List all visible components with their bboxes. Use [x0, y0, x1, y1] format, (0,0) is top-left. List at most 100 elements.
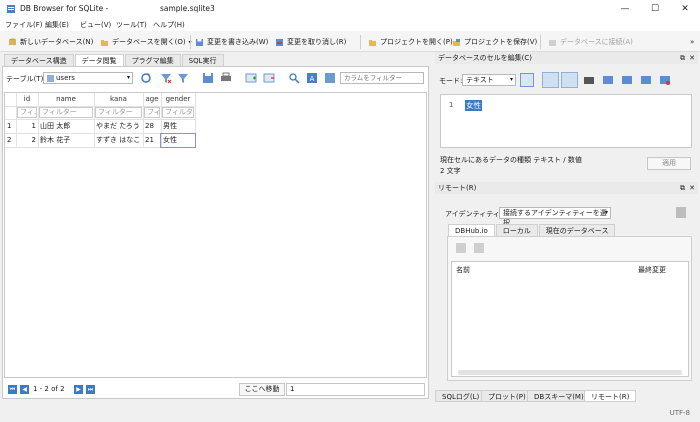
filter-cell-gender[interactable]: フィルター: [162, 107, 194, 118]
minimize-icon[interactable]: —: [610, 0, 640, 18]
column-header-gender[interactable]: gender: [161, 93, 195, 106]
column-header-id[interactable]: id: [16, 93, 38, 106]
table-cell[interactable]: すずき はなこ: [94, 134, 143, 147]
clear-filters-icon[interactable]: [160, 72, 172, 84]
refresh-remote-icon[interactable]: [456, 243, 466, 253]
filter-cell-id[interactable]: フィ…: [17, 107, 37, 118]
identity-label: アイデンティティー: [445, 210, 507, 218]
find-icon[interactable]: [288, 72, 300, 84]
save-filter-icon[interactable]: [202, 72, 214, 84]
set-null-icon[interactable]: [621, 74, 633, 86]
dock-close-icon[interactable]: ✕: [689, 52, 695, 64]
column-header-kana[interactable]: kana: [94, 93, 143, 106]
new-database-button[interactable]: 新しいデータベース(N): [8, 35, 93, 49]
goto-button[interactable]: ここへ移動: [239, 383, 285, 396]
pager-bar: ⏮ ◀ 1 - 2 of 2 ▶ ⏭ ここへ移動 1: [4, 383, 427, 397]
editor-text[interactable]: 女性: [465, 100, 482, 111]
auto-format-icon[interactable]: [520, 73, 534, 87]
table-cell[interactable]: 21: [143, 134, 161, 147]
clear-cell-icon[interactable]: [659, 74, 671, 86]
open-project-label: プロジェクトを開く(P): [380, 38, 453, 46]
menu-file[interactable]: ファイル(F): [5, 20, 43, 30]
first-page-icon[interactable]: ⏮: [8, 385, 17, 394]
revert-changes-button[interactable]: 変更を取り消し(R): [275, 35, 346, 49]
undock-icon[interactable]: ⧉: [680, 52, 685, 64]
tab-sql-log[interactable]: SQLログ(L): [435, 390, 487, 402]
horizontal-scrollbar[interactable]: [458, 370, 682, 375]
apply-button[interactable]: 適用: [647, 157, 691, 170]
menu-help[interactable]: ヘルプ(H): [153, 20, 185, 30]
refresh-icon[interactable]: [140, 72, 152, 84]
toolbar-overflow-icon[interactable]: »: [690, 35, 694, 49]
attach-database-label: データベースに接続(A): [560, 38, 633, 46]
menu-bar: ファイル(F) 編集(E) ビュー(V) ツール(T) ヘルプ(H): [0, 18, 700, 31]
grid-line: [5, 106, 195, 107]
last-page-icon[interactable]: ⏭: [86, 385, 95, 394]
goto-input[interactable]: 1: [286, 383, 425, 396]
open-database-button[interactable]: データベースを開く(O) ▾: [100, 35, 192, 49]
identity-settings-icon[interactable]: [676, 207, 686, 218]
identity-select[interactable]: 接続するアイデンティティーを選択 ▾: [499, 207, 611, 227]
maximize-icon[interactable]: ☐: [640, 0, 670, 18]
import-icon[interactable]: [583, 74, 595, 86]
menu-edit[interactable]: 編集(E): [45, 20, 69, 30]
svg-text:A: A: [310, 75, 315, 83]
row-number[interactable]: 2: [5, 134, 16, 147]
tab-plot[interactable]: プロット(P): [481, 390, 533, 402]
column-header-name[interactable]: name: [38, 93, 94, 106]
print-icon[interactable]: [220, 72, 232, 84]
title-bar: DB Browser for SQLite - sample.sqlite3 —…: [0, 0, 700, 18]
table-icon: [47, 74, 54, 82]
table-cell[interactable]: 1: [16, 120, 38, 133]
table-select[interactable]: users ▾: [43, 72, 133, 84]
tab-db-schema[interactable]: DBスキーマ(M): [527, 390, 591, 402]
export-icon[interactable]: [602, 74, 614, 86]
tab-remote[interactable]: リモート(R): [584, 390, 637, 402]
remote-title: リモート(R): [438, 184, 477, 192]
attach-database-button[interactable]: データベースに接続(A): [548, 35, 633, 49]
sort-icon[interactable]: [177, 72, 189, 84]
chevron-down-icon: ▾: [126, 74, 130, 81]
insert-record-icon[interactable]: [245, 72, 257, 84]
open-external-icon[interactable]: [640, 74, 652, 86]
column-header-name[interactable]: 名前: [456, 265, 470, 275]
table-cell[interactable]: 鈴木 花子: [38, 134, 94, 147]
delete-record-icon[interactable]: [263, 72, 275, 84]
save-project-button[interactable]: プロジェクトを保存(V): [452, 35, 537, 49]
table-label: テーブル(T):: [6, 75, 46, 83]
open-project-button[interactable]: プロジェクトを開く(P): [368, 35, 453, 49]
filter-cell-name[interactable]: フィルター: [39, 107, 93, 118]
find-replace-icon[interactable]: A: [306, 72, 318, 84]
filter-cell-kana[interactable]: フィルター: [95, 107, 142, 118]
previous-page-icon[interactable]: ◀: [20, 385, 29, 394]
word-wrap-icon[interactable]: [542, 72, 559, 88]
edit-cell-dock-title: データベースのセルを編集(C) ⧉ ✕: [435, 52, 698, 64]
table-cell[interactable]: やまだ たろう: [94, 120, 143, 133]
undock-icon[interactable]: ⧉: [680, 182, 685, 194]
row-number[interactable]: 1: [5, 120, 16, 133]
table-cell[interactable]: 山田 太郎: [38, 120, 94, 133]
format-icon[interactable]: [324, 72, 336, 84]
column-header-last-modified[interactable]: 最終変更: [638, 265, 666, 275]
next-page-icon[interactable]: ▶: [74, 385, 83, 394]
cell-editor[interactable]: 1 女性: [440, 94, 692, 148]
remote-file-list[interactable]: 名前 最終変更: [451, 261, 689, 377]
data-type-info: 現在セルにあるデータの種類 テキスト / 数値: [440, 156, 582, 164]
menu-view[interactable]: ビュー(V): [80, 20, 111, 30]
table-cell[interactable]: 28: [143, 120, 161, 133]
table-cell[interactable]: 男性: [161, 120, 195, 133]
table-cell[interactable]: 2: [16, 134, 38, 147]
editor-line-number: 1: [449, 101, 454, 109]
table-cell-selected[interactable]: 女性: [160, 133, 196, 148]
text-mode-icon[interactable]: [561, 72, 578, 88]
write-changes-button[interactable]: 変更を書き込み(W): [195, 35, 268, 49]
dock-close-icon[interactable]: ✕: [689, 182, 695, 194]
close-icon[interactable]: ✕: [670, 0, 700, 18]
data-size-info: 2 文字: [440, 167, 461, 175]
filter-cell-age[interactable]: フィ…: [144, 107, 160, 118]
clone-remote-icon[interactable]: [474, 243, 484, 253]
column-header-age[interactable]: age: [143, 93, 161, 106]
column-filter-input[interactable]: [340, 72, 424, 84]
mode-select[interactable]: テキスト ▾: [462, 74, 516, 86]
menu-tools[interactable]: ツール(T): [116, 20, 147, 30]
